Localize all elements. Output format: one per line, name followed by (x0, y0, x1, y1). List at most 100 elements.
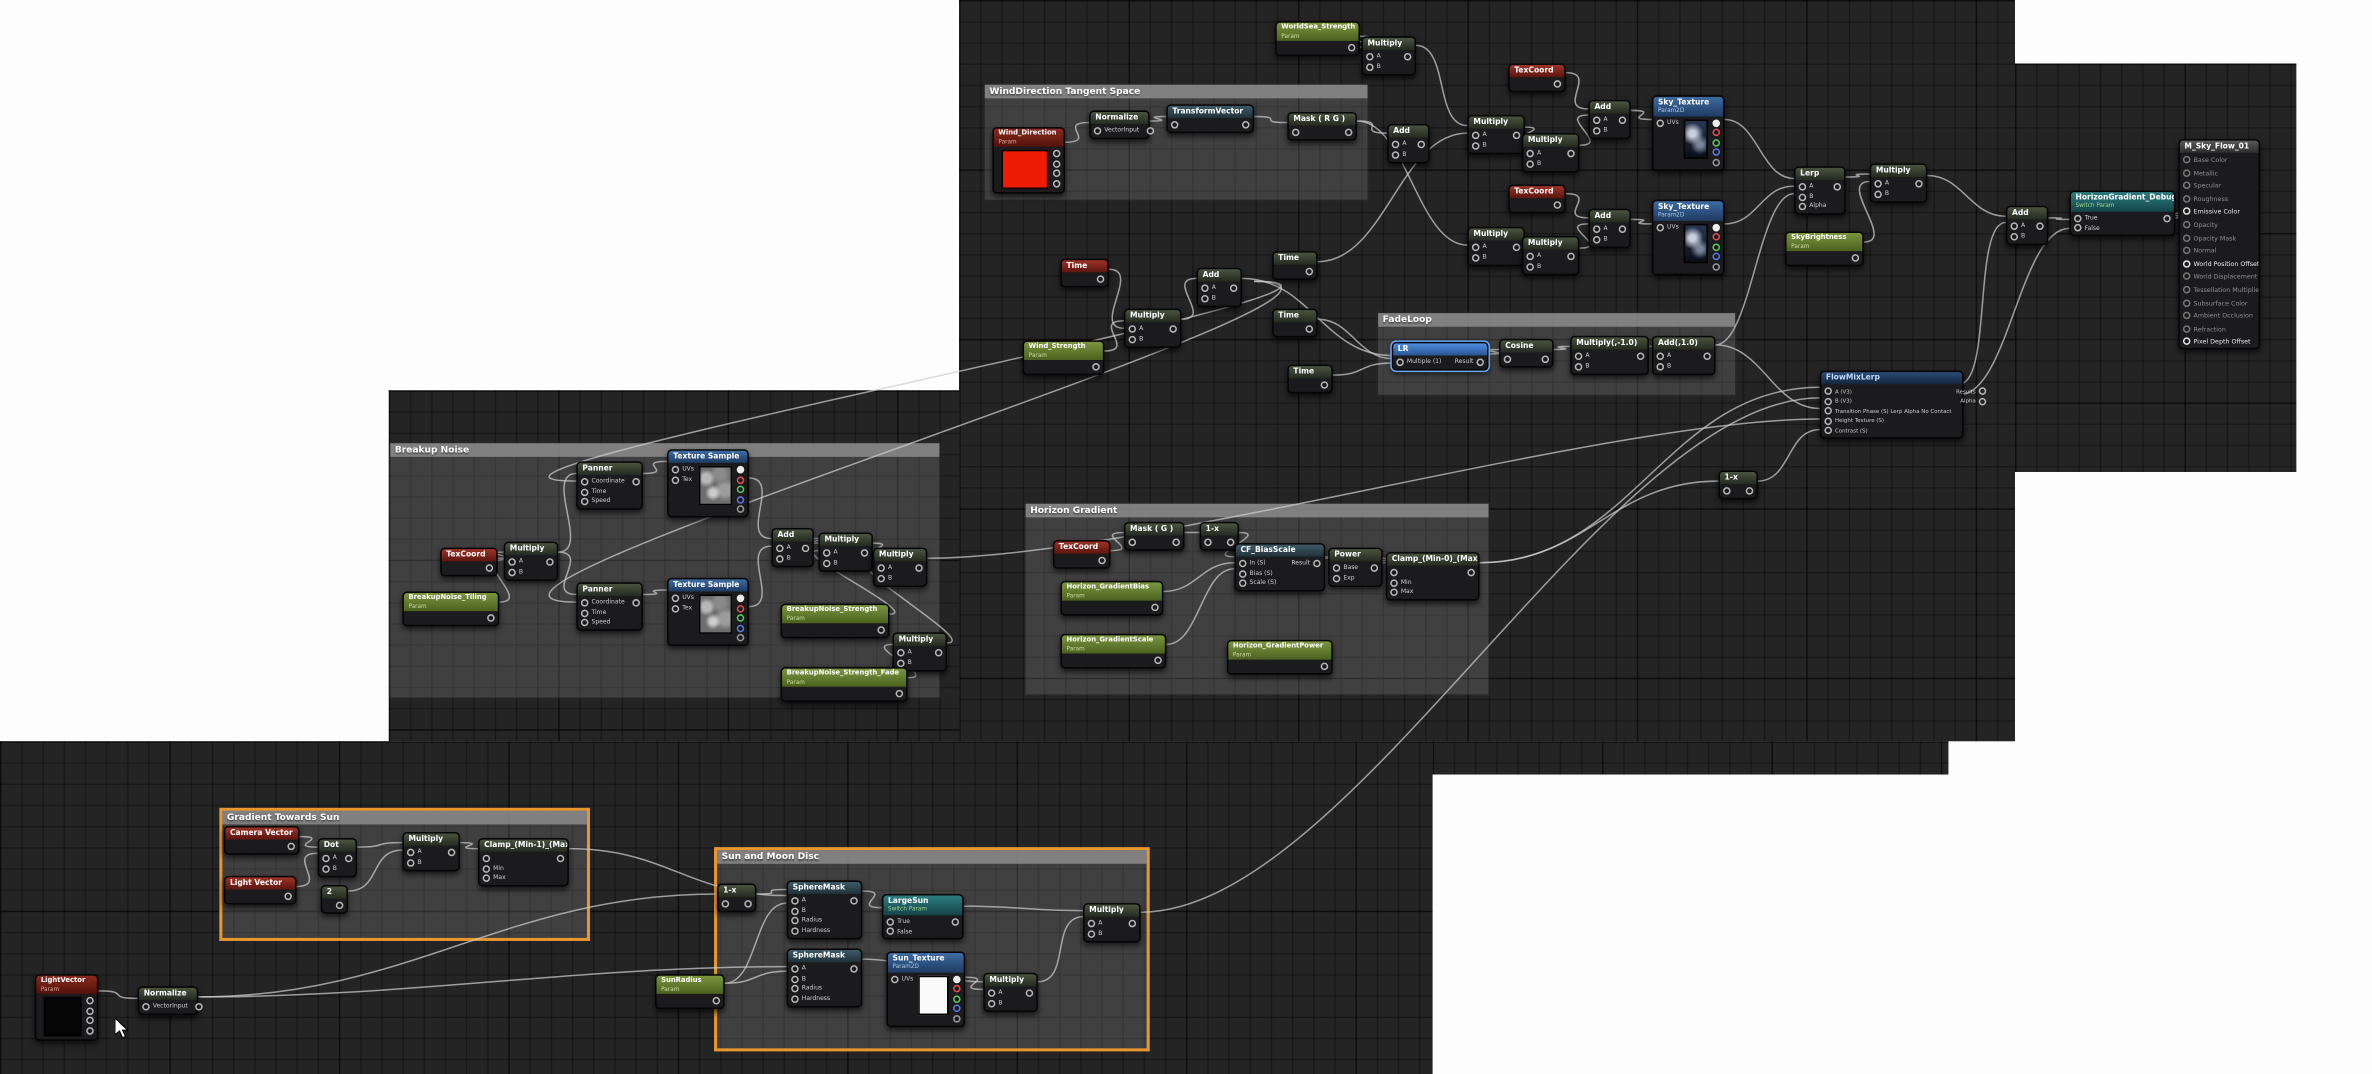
input-pin[interactable] (1239, 560, 1247, 568)
output-pin-r[interactable] (737, 605, 745, 613)
input-pin[interactable] (1656, 353, 1664, 361)
input-pin[interactable] (791, 985, 799, 993)
node-title-bar[interactable]: Add (1198, 269, 1240, 281)
output-pin[interactable] (2036, 223, 2044, 231)
node-lightvector[interactable]: LightVectorParam (35, 974, 99, 1041)
node-title-bar[interactable]: Dot (319, 840, 355, 852)
output-pin[interactable] (2163, 215, 2171, 223)
node-cf-biasscale[interactable]: CF_BiasScaleIn (S)Bias (S)Scale (S)Resul… (1234, 543, 1325, 592)
node-title-bar[interactable]: Sky_TextureParam2D (1653, 201, 1723, 221)
node-breakupnoise-strength[interactable]: BreakupNoise_StrengthParam (781, 604, 890, 639)
input-pin[interactable] (1129, 335, 1137, 343)
node-texture-sample[interactable]: Texture SampleUVsTex (667, 449, 749, 517)
node-add[interactable]: AddAB (1197, 268, 1242, 307)
node-title-bar[interactable]: Add (2007, 207, 2046, 219)
input-pin[interactable] (1526, 263, 1534, 271)
node-horizon-gradientbias[interactable]: Horizon_GradientBiasParam (1060, 581, 1163, 616)
node-title-bar[interactable]: Light Vector (225, 877, 295, 889)
output-pin[interactable] (1169, 326, 1177, 334)
input-pin[interactable] (877, 574, 885, 582)
output-pin[interactable] (1619, 226, 1627, 234)
output-pin-b[interactable] (953, 1005, 961, 1013)
output-pin[interactable] (1154, 657, 1162, 665)
output-pin[interactable] (1554, 202, 1562, 210)
node-title-bar[interactable]: Mask ( G ) (1125, 523, 1182, 535)
output-pin[interactable] (345, 855, 353, 863)
output-pin-rgb[interactable] (1712, 119, 1720, 127)
node-add[interactable]: AddAB (1588, 209, 1630, 248)
node-multiply[interactable]: MultiplyAB (1361, 36, 1415, 75)
input-pin[interactable] (1333, 574, 1341, 582)
node-title-bar[interactable]: Multiply (1871, 165, 1925, 177)
output-pin[interactable] (546, 559, 554, 567)
node-1-x[interactable]: 1-x (1718, 470, 1757, 499)
node-multiply[interactable]: MultiplyAB (983, 973, 1037, 1012)
output-pin[interactable] (1979, 388, 1987, 396)
input-pin[interactable] (791, 966, 799, 974)
node-mask-r-g[interactable]: Mask ( R G ) (1287, 112, 1357, 141)
node-spheremask[interactable]: SphereMaskABRadiusHardness (787, 949, 863, 1008)
node-title-bar[interactable]: Multiply (894, 634, 945, 646)
node-title-bar[interactable]: Wind_StrengthParam (1024, 342, 1103, 361)
input-pin[interactable] (1472, 132, 1480, 140)
node-add[interactable]: AddAB (2006, 206, 2048, 245)
node-title-bar[interactable]: Time (1274, 253, 1316, 265)
output-pin[interactable] (1834, 183, 1842, 191)
input-pin[interactable] (2183, 325, 2191, 333)
input-pin[interactable] (1824, 407, 1832, 415)
node-title-bar[interactable]: Multiply (820, 534, 871, 546)
output-pin[interactable] (1230, 285, 1238, 293)
input-pin[interactable] (407, 859, 415, 867)
node-title-bar[interactable]: Sun_TextureParam2D (888, 953, 964, 973)
node-spheremask[interactable]: SphereMaskABRadiusHardness (787, 880, 863, 939)
node-title-bar[interactable]: Time (1289, 366, 1331, 378)
node-title-bar[interactable]: Multiply (985, 974, 1036, 986)
output-pin[interactable] (1306, 326, 1314, 334)
node-sky-texture[interactable]: Sky_TextureParam2DUVs (1652, 200, 1725, 276)
input-pin[interactable] (1656, 224, 1664, 232)
input-pin[interactable] (2183, 273, 2191, 281)
node-title-bar[interactable]: TexCoord (442, 549, 496, 561)
input-pin[interactable] (2183, 234, 2191, 242)
node-title-bar[interactable]: 1-x (1201, 523, 1237, 535)
node-2[interactable]: 2 (321, 885, 348, 914)
node-multiply[interactable]: MultiplyAB (1522, 236, 1579, 275)
input-pin[interactable] (1824, 427, 1832, 435)
input-pin[interactable] (1239, 580, 1247, 588)
output-pin[interactable] (1053, 170, 1061, 178)
input-pin[interactable] (1526, 253, 1534, 261)
output-pin-a[interactable] (737, 634, 745, 642)
input-pin[interactable] (2183, 260, 2191, 268)
input-pin[interactable] (1526, 160, 1534, 168)
output-pin-b[interactable] (1712, 149, 1720, 157)
input-pin[interactable] (823, 559, 831, 567)
input-pin[interactable] (1824, 417, 1832, 425)
node-title-bar[interactable]: BreakupNoise_Strength_FadeParam (782, 669, 906, 688)
node-title-bar[interactable]: Texture Sample (669, 579, 748, 591)
input-pin[interactable] (1094, 127, 1102, 135)
node-multiply[interactable]: MultiplyAB (1083, 903, 1140, 942)
output-pin[interactable] (1053, 180, 1061, 188)
node-title-bar[interactable]: 1-x (719, 885, 755, 897)
input-pin[interactable] (1575, 353, 1583, 361)
input-pin[interactable] (2183, 195, 2191, 203)
node-title-bar[interactable]: Clamp_(Min-0)_(Max-1) (1387, 554, 1478, 566)
input-pin[interactable] (2183, 338, 2191, 346)
input-pin[interactable] (1593, 236, 1601, 244)
node-title-bar[interactable]: M_Sky_Flow_01 (2180, 141, 2259, 153)
node-title-bar[interactable]: Multiply (1523, 238, 1577, 250)
node-title-bar[interactable]: Multiply (404, 834, 458, 846)
node-multiply[interactable]: MultiplyAB (893, 632, 947, 671)
output-pin[interactable] (802, 545, 810, 553)
node-title-bar[interactable]: Add (1590, 101, 1629, 113)
node-title-bar[interactable]: Time (1274, 310, 1316, 322)
input-pin[interactable] (791, 917, 799, 925)
output-pin[interactable] (86, 997, 94, 1005)
output-pin[interactable] (713, 997, 721, 1005)
node-title-bar[interactable]: SphereMask (788, 882, 861, 894)
output-pin[interactable] (1097, 276, 1105, 284)
input-pin[interactable] (1392, 151, 1400, 159)
node-m-sky-flow-01[interactable]: M_Sky_Flow_01Base ColorMetallicSpecularR… (2178, 139, 2260, 350)
node-time[interactable]: Time (1272, 251, 1317, 280)
input-pin[interactable] (672, 466, 680, 474)
